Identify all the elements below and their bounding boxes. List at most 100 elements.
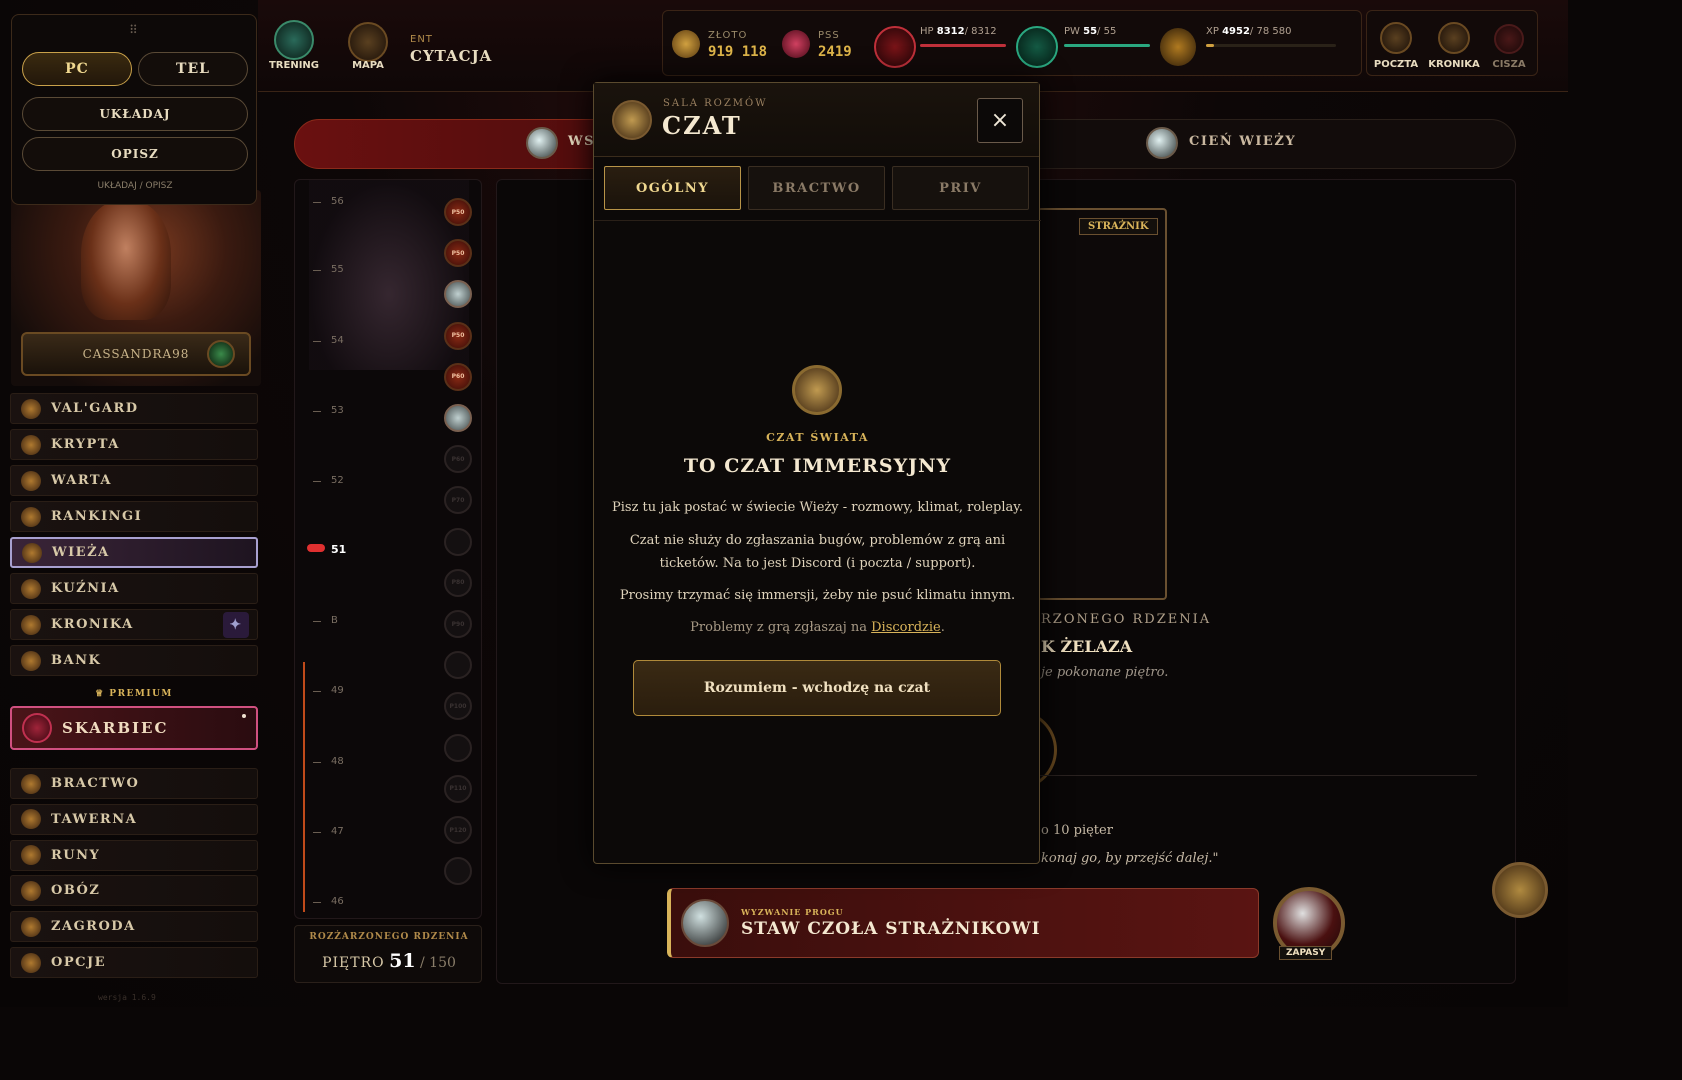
- floor-label[interactable]: 52: [331, 475, 344, 486]
- enter-chat-button[interactable]: Rozumiem - wchodzę na czat: [633, 660, 1001, 716]
- bank-icon: [21, 650, 41, 671]
- arrange-button[interactable]: UKŁADAJ: [22, 97, 248, 131]
- sidebar-item[interactable]: TAWERNA: [10, 803, 258, 835]
- floor-reward-badge[interactable]: P50: [444, 198, 472, 226]
- map-label[interactable]: MAPA: [336, 60, 400, 71]
- pw-value: 55: [1083, 26, 1098, 37]
- floor-label[interactable]: 49: [331, 685, 344, 696]
- mute-label[interactable]: CISZA: [1484, 59, 1534, 70]
- floor-reward-badge[interactable]: P50: [444, 321, 472, 350]
- sidebar-item[interactable]: OBÓZ: [10, 875, 258, 907]
- ranking-icon: [21, 506, 41, 527]
- close-button[interactable]: ×: [977, 98, 1023, 143]
- floor-label[interactable]: B: [331, 615, 338, 626]
- sidebar-item[interactable]: RANKINGI: [10, 501, 258, 532]
- mail-label[interactable]: POCZTA: [1368, 59, 1424, 70]
- floor-label[interactable]: 48: [331, 756, 344, 767]
- mute-icon[interactable]: [1494, 24, 1524, 54]
- floor-label[interactable]: 46: [331, 896, 344, 907]
- floor-reward-badge[interactable]: P60: [444, 445, 472, 474]
- drag-handle-icon[interactable]: ⠿: [129, 23, 138, 37]
- farm-icon: [21, 916, 41, 937]
- tab-general[interactable]: OGÓLNY: [604, 166, 741, 210]
- tab-brotherhood[interactable]: BRACTWO: [748, 166, 885, 210]
- floor-reward-badge[interactable]: P120: [444, 816, 472, 844]
- floor-reward-badge[interactable]: P90: [444, 610, 472, 638]
- guardian-badge: STRAŻNIK: [1079, 218, 1158, 235]
- sidebar-item-label: KRONIKA: [51, 617, 134, 632]
- floor-reward-badge[interactable]: [444, 527, 472, 556]
- floor-reward-badge[interactable]: P60: [444, 362, 472, 391]
- mode-label: UKŁADAJ / OPISZ: [97, 181, 173, 191]
- floor-label[interactable]: 51: [331, 543, 346, 556]
- gold-value: 919 118: [708, 44, 768, 60]
- sidebar-item[interactable]: RUNY: [10, 839, 258, 871]
- training-label[interactable]: TRENING: [262, 60, 326, 71]
- pc-button[interactable]: PC: [22, 52, 132, 86]
- sidebar-item[interactable]: OPCJE: [10, 947, 258, 978]
- options-icon: [21, 952, 41, 973]
- sidebar-item[interactable]: BRACTWO: [10, 768, 258, 799]
- portrait-face: [81, 200, 171, 320]
- training-icon[interactable]: [274, 20, 314, 60]
- floor-total: / 150: [420, 955, 456, 971]
- floor-reward-badge[interactable]: P100: [444, 692, 472, 721]
- floor-reward-badge[interactable]: P80: [444, 568, 472, 597]
- treasury-button[interactable]: SKARBIEC: [10, 706, 258, 750]
- floor-label[interactable]: 56: [331, 196, 344, 207]
- sidebar-item-label: BANK: [51, 653, 102, 668]
- describe-button[interactable]: OPISZ: [22, 137, 248, 171]
- floor-reward-badge[interactable]: P70: [444, 486, 472, 515]
- sidebar-item[interactable]: KRONIKA ✦: [10, 609, 258, 640]
- sidebar-item-label: ZAGRODA: [51, 919, 136, 935]
- shadow-tower-label: CIEŃ WIEŻY: [1189, 134, 1297, 149]
- premium-text: PREMIUM: [109, 689, 173, 699]
- username: CASSANDRA98: [82, 347, 190, 361]
- floor-label[interactable]: 55: [331, 264, 344, 275]
- rule-text-2a: Czat nie służy do zgłaszania bugów, prob…: [629, 533, 1006, 548]
- treasury-icon: [22, 713, 52, 743]
- sidebar-item[interactable]: KUŹNIA: [10, 573, 258, 604]
- chat-bubble-icon[interactable]: [1492, 862, 1548, 918]
- sidebar-item[interactable]: VAL'GARD: [10, 393, 258, 424]
- tab-private[interactable]: PRIV: [892, 166, 1029, 210]
- chronicle-top-icon[interactable]: [1438, 22, 1470, 54]
- floor-label[interactable]: 53: [331, 405, 344, 416]
- sidebar-item[interactable]: WIEŻA: [10, 537, 258, 568]
- chronicle-top-label[interactable]: KRONIKA: [1424, 59, 1484, 70]
- status-gem-icon[interactable]: [207, 340, 235, 368]
- raven-icon: ✦: [223, 611, 249, 638]
- floor-label[interactable]: 47: [331, 826, 344, 837]
- floor-column: 56 55 54 53 52 51 B 49 48 47 46 P50 P50 P50 P60 P60 P70…: [294, 179, 482, 919]
- guard-icon: [21, 470, 41, 491]
- brotherhood-icon: [21, 773, 41, 794]
- core-title: RZONEGO RDZENIA: [1041, 612, 1212, 627]
- floor-reward-badge[interactable]: [444, 857, 472, 886]
- sidebar-item[interactable]: WARTA: [10, 465, 258, 496]
- mail-icon[interactable]: [1380, 22, 1412, 54]
- xp-value: 4952: [1222, 26, 1250, 37]
- floor-reward-badge[interactable]: [444, 651, 472, 680]
- floor-reward-badge[interactable]: [444, 733, 472, 762]
- sidebar-item[interactable]: KRYPTA: [10, 429, 258, 460]
- floor-reward-badge[interactable]: P50: [444, 239, 472, 268]
- floor-label[interactable]: 54: [331, 335, 344, 346]
- hp-orb-icon: [874, 26, 916, 68]
- sidebar-item[interactable]: BANK: [10, 645, 258, 676]
- chronicle-icon: [21, 614, 41, 635]
- pss-value: 2419: [818, 44, 852, 60]
- supplies-label[interactable]: ZAPASY: [1279, 946, 1333, 960]
- immersive-heading: TO CZAT IMMERSYJNY: [683, 455, 952, 477]
- floor-reward-badge[interactable]: [444, 404, 472, 432]
- sidebar-item[interactable]: ZAGRODA: [10, 911, 258, 943]
- tel-button[interactable]: TEL: [138, 52, 248, 86]
- xp-readout: XP 4952/ 78 580: [1206, 26, 1291, 37]
- tavern-icon: [21, 809, 41, 830]
- pw-orb-icon: [1016, 26, 1058, 68]
- map-icon[interactable]: [348, 22, 388, 62]
- guardian-quote: konaj go, by przejść dalej.": [1041, 851, 1219, 866]
- floor-reward-badge[interactable]: P110: [444, 774, 472, 803]
- floor-tick: [313, 902, 321, 903]
- discord-link[interactable]: Discordzie: [871, 620, 941, 635]
- challenge-button[interactable]: WYZWANIE PROGU STAW CZOŁA STRAŻNIKOWI: [667, 888, 1259, 958]
